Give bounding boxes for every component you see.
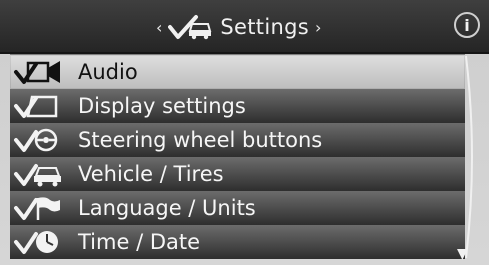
scroll-down-icon[interactable]: ▼ xyxy=(457,246,468,262)
flag-icon xyxy=(10,193,66,223)
menu-item-time-date[interactable]: Time / Date xyxy=(10,225,465,259)
clock-icon xyxy=(10,227,66,257)
menu-item-language-units[interactable]: Language / Units xyxy=(10,191,465,225)
page-title: Settings xyxy=(220,15,309,39)
steering-wheel-icon xyxy=(10,125,66,155)
car-settings-icon xyxy=(168,13,214,41)
menu-item-audio[interactable]: Audio xyxy=(10,54,465,90)
title-group[interactable]: ‹ Settings › xyxy=(156,12,321,42)
menu-item-label: Time / Date xyxy=(78,230,201,254)
info-icon: i xyxy=(464,15,470,35)
header-bar: ‹ Settings › i xyxy=(0,0,489,54)
menu-item-label: Display settings xyxy=(78,94,246,118)
audio-icon xyxy=(10,57,66,87)
menu-item-label: Vehicle / Tires xyxy=(78,162,224,186)
menu-item-label: Steering wheel buttons xyxy=(78,128,323,152)
right-arrow-icon[interactable]: › xyxy=(315,18,321,37)
menu-item-display-settings[interactable]: Display settings xyxy=(10,89,465,123)
display-icon xyxy=(10,91,66,121)
left-arrow-icon[interactable]: ‹ xyxy=(156,18,162,37)
menu-item-steering-wheel-buttons[interactable]: Steering wheel buttons xyxy=(10,123,465,157)
settings-menu-list: Audio Display settings Steering wheel bu… xyxy=(10,54,465,260)
menu-item-label: Audio xyxy=(78,60,138,84)
idrive-screen: ‹ Settings › i Audio Display settings St… xyxy=(0,0,489,265)
vehicle-icon xyxy=(10,159,66,189)
menu-item-label: Language / Units xyxy=(78,196,256,220)
menu-item-vehicle-tires[interactable]: Vehicle / Tires xyxy=(10,157,465,191)
info-button[interactable]: i xyxy=(454,12,480,38)
scrollbar[interactable] xyxy=(462,54,480,260)
